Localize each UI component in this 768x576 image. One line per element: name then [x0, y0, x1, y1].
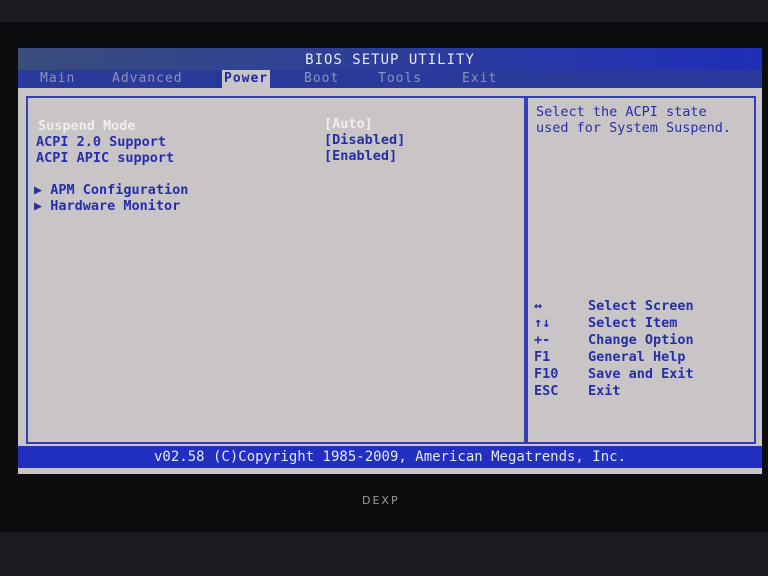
key-action: Save and Exit: [588, 366, 694, 382]
suspend-mode-value[interactable]: [Auto]: [324, 116, 373, 132]
key-arrows-lr: ↔: [534, 298, 543, 314]
triangle-right-icon: ▶: [34, 182, 51, 198]
monitor-brand-logo: DEXP: [362, 494, 400, 507]
tab-bar: Main Advanced Power Boot Tools Exit: [18, 70, 762, 88]
copyright-footer: v02.58 (C)Copyright 1985-2009, American …: [18, 446, 762, 468]
key-f1: F1: [534, 349, 551, 365]
submenu-hardware-monitor[interactable]: ▶ Hardware Monitor: [34, 198, 180, 214]
bios-title: BIOS SETUP UTILITY: [18, 48, 762, 70]
tab-tools[interactable]: Tools: [378, 70, 422, 88]
acpi-apic-label[interactable]: ACPI APIC support: [36, 150, 174, 166]
key-esc: ESC: [534, 383, 559, 399]
tab-boot[interactable]: Boot: [304, 70, 339, 88]
key-action: General Help: [588, 349, 686, 365]
key-plus-minus: +-: [534, 332, 551, 348]
triangle-right-icon: ▶: [34, 198, 51, 214]
acpi-20-value[interactable]: [Disabled]: [324, 132, 405, 148]
acpi-apic-value[interactable]: [Enabled]: [324, 148, 397, 164]
settings-panel: Suspend Mode [Auto] ACPI 2.0 Support [Di…: [26, 96, 526, 444]
tab-main[interactable]: Main: [40, 70, 75, 88]
tab-power[interactable]: Power: [222, 70, 271, 88]
tab-advanced[interactable]: Advanced: [112, 70, 183, 88]
key-action: Exit: [588, 383, 621, 399]
help-text: Select the ACPI state used for System Su…: [536, 104, 732, 136]
key-action: Select Screen: [588, 298, 694, 314]
acpi-20-label[interactable]: ACPI 2.0 Support: [36, 134, 166, 150]
tab-exit[interactable]: Exit: [462, 70, 497, 88]
submenu-apm-configuration[interactable]: ▶ APM Configuration: [34, 182, 188, 198]
help-panel: Select the ACPI state used for System Su…: [526, 96, 756, 444]
key-action: Change Option: [588, 332, 694, 348]
suspend-mode-label[interactable]: Suspend Mode: [38, 118, 136, 134]
key-arrows-ud: ↑↓: [534, 315, 551, 331]
key-f10: F10: [534, 366, 559, 382]
bios-screen: BIOS SETUP UTILITY Main Advanced Power B…: [18, 48, 762, 474]
key-action: Select Item: [588, 315, 678, 331]
